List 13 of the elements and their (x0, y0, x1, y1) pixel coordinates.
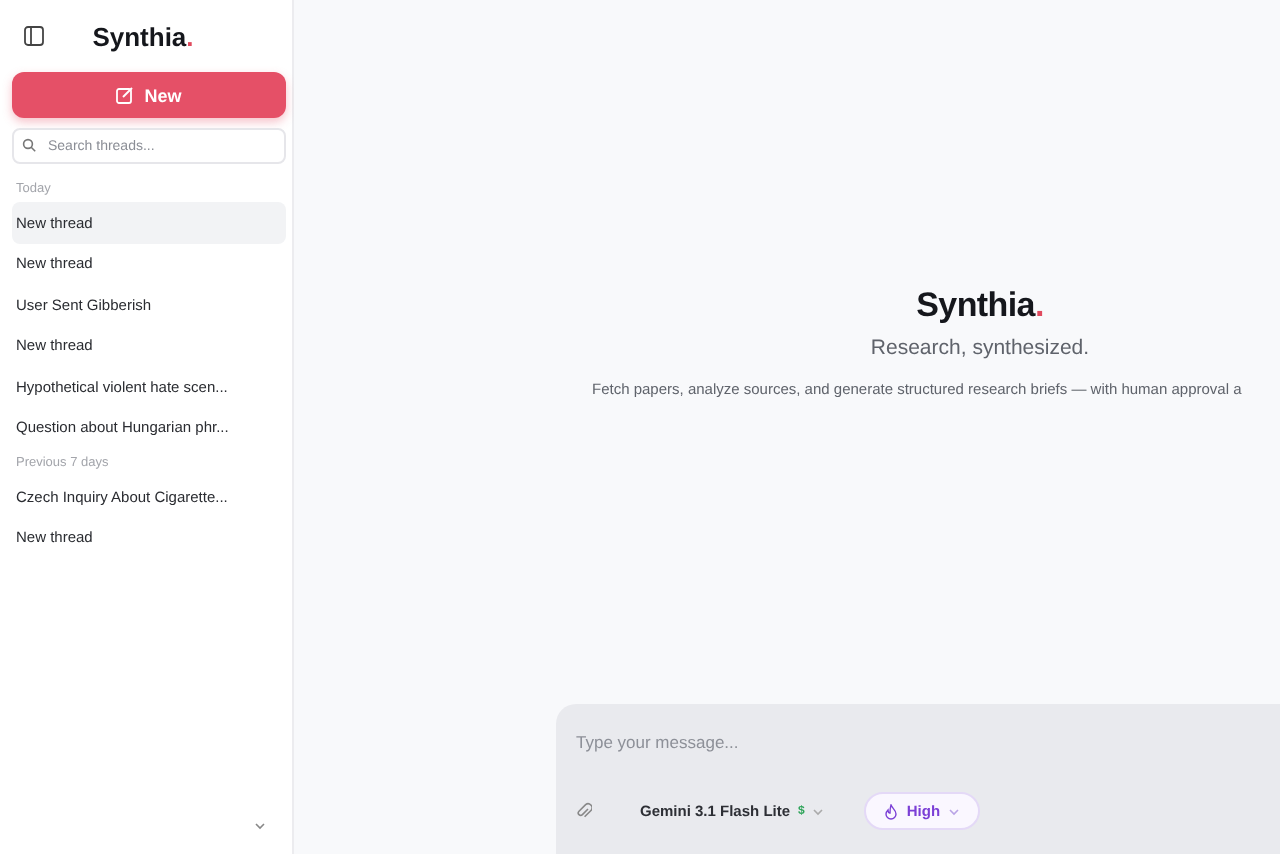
chevron-down-icon (812, 807, 825, 815)
flame-icon (884, 803, 899, 819)
edit-icon (116, 86, 135, 104)
message-input[interactable]: Type your message... (576, 732, 1176, 752)
paperclip-icon[interactable] (576, 802, 592, 820)
sidebar-toggle-icon[interactable] (24, 26, 44, 46)
chevron-down-icon (254, 822, 266, 830)
chevron-down-icon (948, 807, 961, 815)
hero-title: Synthia. (916, 286, 1044, 326)
brand-logo: Synthia. (90, 21, 196, 51)
new-button[interactable]: New (12, 72, 286, 118)
tagline: Research, synthesized. (870, 336, 1090, 360)
search-icon (22, 138, 36, 152)
